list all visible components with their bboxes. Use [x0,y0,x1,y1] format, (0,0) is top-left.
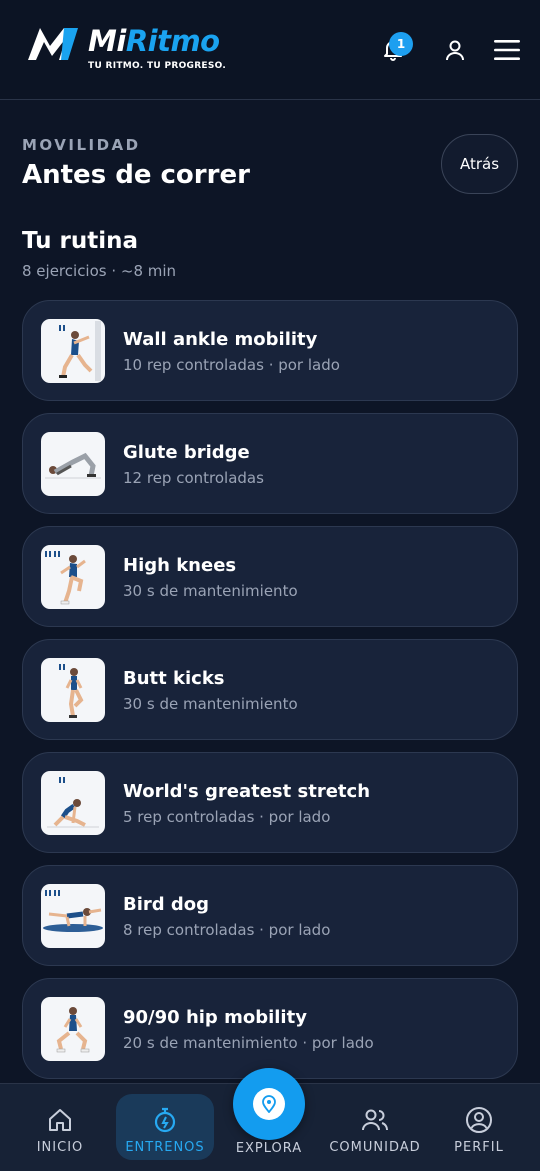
nav-item-entrenos[interactable]: ENTRENOS [116,1094,214,1160]
exercise-name: Glute bridge [123,442,250,463]
exercise-detail: 10 rep controladas · por lado [123,356,340,374]
page-title: Antes de correr [22,160,250,190]
notification-badge: 1 [389,32,413,56]
exercise-name: World's greatest stretch [123,781,371,802]
nav-label: INICIO [36,1140,84,1155]
nav-item-inicio[interactable]: INICIO [15,1094,105,1160]
exercise-card[interactable]: Bird dog 8 rep controladas · por lado [22,865,518,966]
exercise-detail: 12 rep controladas [123,469,264,487]
exercise-thumbnail [41,658,105,722]
nav-item-perfil[interactable]: PERFIL [434,1094,524,1160]
exercise-thumbnail [41,884,105,948]
exercise-card[interactable]: Butt kicks 30 s de mantenimiento [22,639,518,740]
exercise-figure-icon [47,777,99,828]
exercise-figure-icon [59,664,84,718]
users-icon [362,1109,388,1131]
exercise-thumbnail [41,771,105,835]
location-pin-icon [262,1095,276,1113]
menu-button[interactable] [489,32,525,68]
home-icon [49,1109,71,1131]
back-button[interactable]: Atrás [441,134,518,194]
menu-icon [494,40,520,60]
category-label: MOVILIDAD [22,136,141,154]
nav-label-explora: EXPLORA [235,1141,303,1156]
exercise-name: Butt kicks [123,668,225,689]
exercise-name: 90/90 hip mobility [123,1007,307,1028]
exercise-thumbnail [41,997,105,1061]
exercise-detail: 20 s de mantenimiento · por lado [123,1034,374,1052]
exercise-detail: 30 s de mantenimiento [123,582,298,600]
logo-wordmark: MiRitmo [88,24,220,58]
exercise-figure-icon [45,452,101,479]
exercise-card[interactable]: Glute bridge 12 rep controladas [22,413,518,514]
account-button[interactable] [437,32,473,68]
exercise-card[interactable]: Wall ankle mobility 10 rep controladas ·… [22,300,518,401]
exercise-detail: 30 s de mantenimiento [123,695,298,713]
exercise-figure-icon [43,890,103,932]
exercise-detail: 8 rep controladas · por lado [123,921,331,939]
exercise-figure-icon [59,321,101,381]
explora-button[interactable] [233,1068,305,1140]
logo-mark-icon [28,28,78,60]
nav-item-comunidad[interactable]: COMUNIDAD [329,1094,421,1160]
exercise-figure-icon [45,551,86,605]
exercise-figure-icon [56,1007,90,1053]
exercise-thumbnail [41,545,105,609]
profile-icon [466,1107,492,1133]
exercise-name: High knees [123,555,237,576]
logo-tagline: TU RITMO. TU PROGRESO. [88,61,227,71]
exercise-thumbnail [41,319,105,383]
exercise-name: Bird dog [123,894,210,915]
nav-label: COMUNIDAD [329,1140,421,1155]
app-header: MiRitmo TU RITMO. TU PROGRESO. 1 [0,0,540,100]
user-icon [446,40,464,61]
exercise-card[interactable]: High knees 30 s de mantenimiento [22,526,518,627]
exercise-name: Wall ankle mobility [123,329,318,350]
routine-title: Tu rutina [22,228,139,254]
nav-label: PERFIL [454,1140,504,1155]
exercise-card[interactable]: 90/90 hip mobility 20 s de mantenimiento… [22,978,518,1079]
exercise-thumbnail [41,432,105,496]
exercise-detail: 5 rep controladas · por lado [123,808,331,826]
stopwatch-icon [154,1107,176,1133]
nav-label: ENTRENOS [125,1140,205,1155]
exercise-card[interactable]: World's greatest stretch 5 rep controlad… [22,752,518,853]
routine-meta: 8 ejercicios · ~8 min [22,262,177,280]
